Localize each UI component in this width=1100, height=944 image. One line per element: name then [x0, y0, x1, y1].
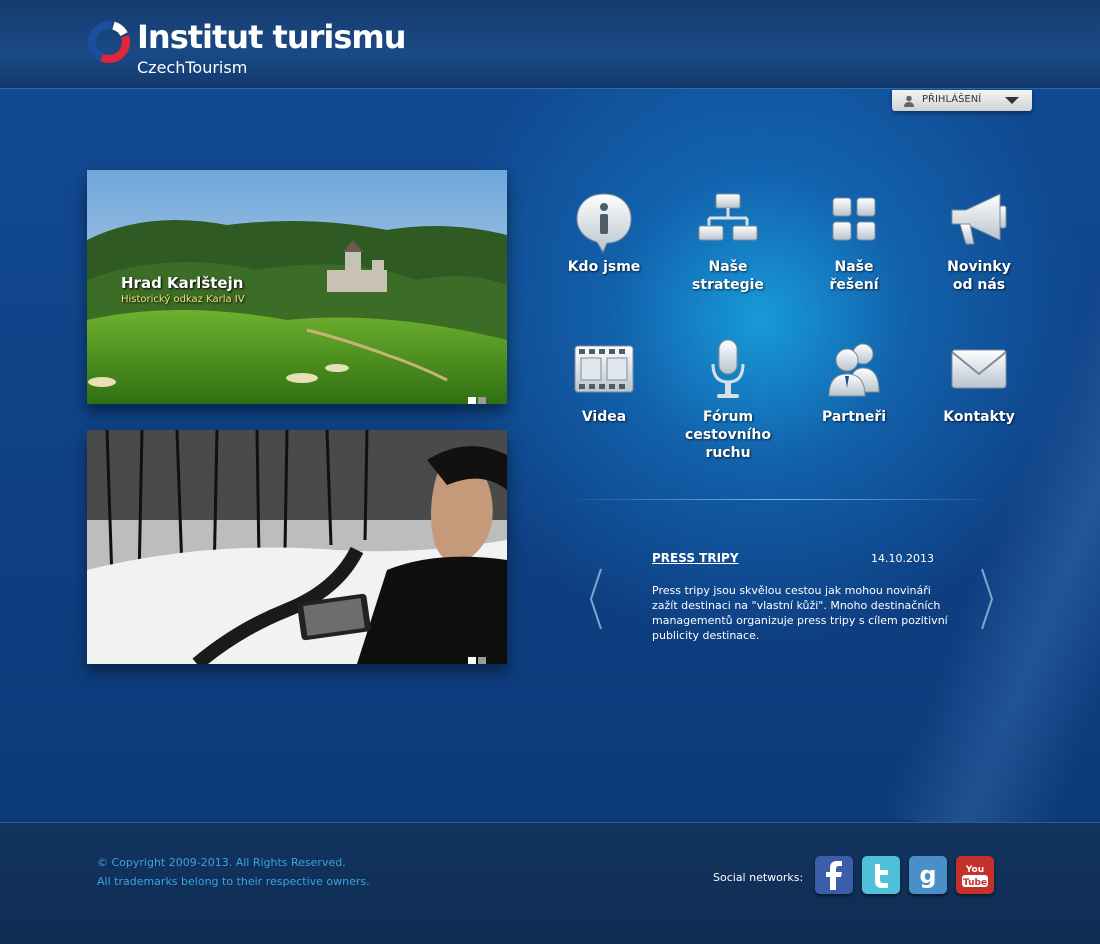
- film-icon: [574, 345, 634, 393]
- winter-tablet-photo: [87, 430, 507, 664]
- tile-nase-strategie[interactable]: Naše strategie: [673, 186, 783, 294]
- login-dropdown-button[interactable]: PŘIHLÁŠENÍ: [892, 90, 1032, 111]
- slider-dot-1[interactable]: [468, 657, 476, 664]
- svg-text:You: You: [965, 865, 984, 875]
- slider-dots: [468, 649, 488, 664]
- site-header: Institut turismu CzechTourism: [0, 0, 1100, 89]
- site-logo[interactable]: Institut turismu CzechTourism: [87, 18, 407, 78]
- social-label: Social networks:: [713, 871, 804, 884]
- slide-title: Hrad Karlštejn: [121, 274, 244, 292]
- grid-icon: [832, 197, 876, 241]
- news-next-chevron-icon[interactable]: [978, 567, 998, 631]
- people-icon: [828, 343, 880, 397]
- tile-kontakty[interactable]: Kontakty: [924, 336, 1034, 426]
- user-icon: [904, 95, 914, 107]
- news-prev-chevron-icon[interactable]: [585, 567, 605, 631]
- login-label: PŘIHLÁŠENÍ: [922, 94, 982, 105]
- slider-karlstejn[interactable]: Hrad Karlštejn Historický odkaz Karla IV: [87, 170, 507, 404]
- tile-label-line: cestovního: [685, 427, 771, 443]
- tile-label-line: Naše: [834, 259, 874, 275]
- chevron-down-icon: [1005, 97, 1019, 104]
- copyright-text: © Copyright 2009-2013. All Rights Reserv…: [97, 856, 346, 869]
- tile-label-line: Naše: [708, 259, 748, 275]
- tile-label-line: Novinky: [947, 259, 1011, 275]
- tile-kdo-jsme[interactable]: Kdo jsme: [549, 186, 659, 276]
- news-title[interactable]: PRESS TRIPY: [652, 551, 739, 565]
- logo-ring-icon: [88, 21, 130, 63]
- slider-winter[interactable]: [87, 430, 507, 664]
- news-date: 14.10.2013: [871, 552, 934, 565]
- slider-dot-2[interactable]: [478, 397, 486, 404]
- tile-forum[interactable]: Fórum cestovního ruchu: [673, 336, 783, 462]
- envelope-icon: [951, 349, 1007, 389]
- logo-title: Institut turismu: [137, 18, 407, 56]
- main-area: Hrad Karlštejn Historický odkaz Karla IV: [0, 89, 1100, 822]
- slider-dot-1[interactable]: [468, 397, 476, 404]
- tile-label-line: Videa: [581, 409, 627, 425]
- facebook-link[interactable]: [815, 856, 853, 894]
- tile-novinky[interactable]: Novinky od nás: [924, 186, 1034, 294]
- twitter-icon: [862, 856, 900, 894]
- svg-text:g: g: [919, 861, 936, 889]
- sitemap-icon: [698, 193, 758, 241]
- google-icon: g: [909, 856, 947, 894]
- tile-label-line: Fórum: [702, 409, 754, 425]
- news-text: Press tripy jsou skvělou cestou jak moho…: [652, 584, 948, 642]
- youtube-link[interactable]: You Tube: [956, 856, 994, 894]
- slider-dot-2[interactable]: [478, 657, 486, 664]
- facebook-icon: [815, 856, 853, 894]
- trademark-text: All trademarks belong to their respectiv…: [97, 875, 370, 888]
- tile-partneri[interactable]: Partneři: [799, 336, 909, 426]
- tile-videa[interactable]: Videa: [549, 336, 659, 426]
- tile-label-line: ruchu: [705, 445, 751, 461]
- twitter-link[interactable]: [862, 856, 900, 894]
- tile-label-line: od nás: [952, 277, 1006, 293]
- slider-dots: [468, 389, 488, 404]
- tile-label-line: strategie: [692, 277, 764, 293]
- megaphone-icon: [951, 193, 1007, 245]
- news-divider: [560, 499, 1000, 500]
- site-footer: © Copyright 2009-2013. All Rights Reserv…: [0, 822, 1100, 944]
- microphone-icon: [711, 339, 745, 398]
- youtube-icon: You Tube: [956, 856, 994, 894]
- logo-subtitle: CzechTourism: [137, 58, 248, 77]
- svg-text:Tube: Tube: [963, 878, 987, 888]
- tile-label-line: Kdo jsme: [567, 259, 641, 275]
- tile-label-line: řešení: [829, 277, 879, 293]
- slide-subtitle: Historický odkaz Karla IV: [121, 294, 245, 305]
- info-icon: [576, 193, 632, 254]
- tile-label-line: Kontakty: [943, 409, 1015, 425]
- google-link[interactable]: g: [909, 856, 947, 894]
- tile-nase-reseni[interactable]: Naše řešení: [799, 186, 909, 294]
- tile-label-line: Partneři: [821, 409, 887, 425]
